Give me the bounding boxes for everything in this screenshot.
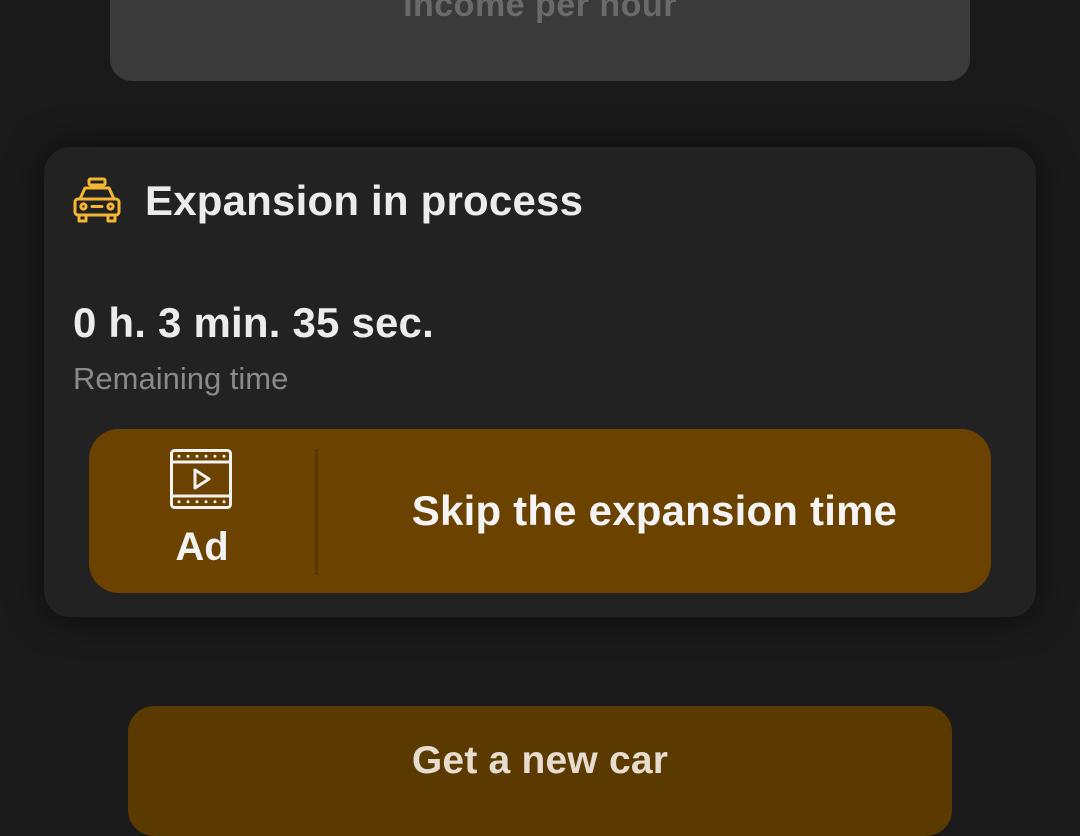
skip-expansion-label: Skip the expansion time [411, 487, 898, 534]
skip-expansion-button[interactable]: Ad Skip the expansion time [89, 429, 991, 593]
expansion-header: Expansion in process [72, 175, 583, 227]
taxi-icon [73, 177, 121, 223]
get-new-car-label: Get a new car [411, 739, 669, 782]
ad-badge: Ad [89, 429, 315, 593]
income-card-label: Income per hour [403, 0, 677, 24]
film-play-icon [170, 449, 232, 509]
get-new-car-button[interactable]: Get a new car [128, 706, 952, 836]
income-card: Income per hour [110, 0, 970, 81]
remaining-time-label: Remaining time [73, 361, 289, 396]
expansion-card: Expansion in process 0 h. 3 min. 35 sec.… [44, 147, 1036, 617]
ad-label: Ad [175, 525, 229, 569]
remaining-time-value: 0 h. 3 min. 35 sec. [73, 299, 434, 346]
expansion-title: Expansion in process [145, 177, 584, 224]
